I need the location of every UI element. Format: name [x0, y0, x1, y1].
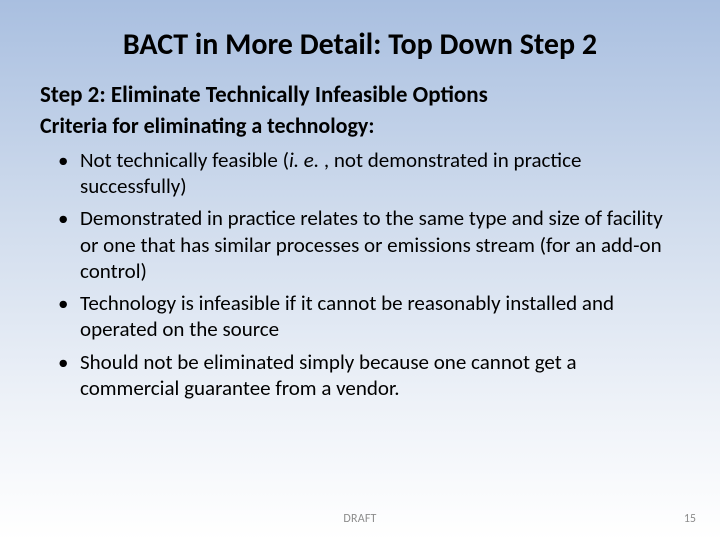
slide-title: BACT in More Detail: Top Down Step 2	[0, 0, 720, 73]
step-subheading: Step 2: Eliminate Technically Infeasible…	[40, 81, 680, 111]
bullet-list: Not technically feasible (i. e. , not de…	[40, 147, 680, 401]
bullet-text: Technology is infeasible if it cannot be…	[80, 290, 614, 342]
list-item: Technology is infeasible if it cannot be…	[74, 290, 680, 343]
slide: BACT in More Detail: Top Down Step 2 Ste…	[0, 0, 720, 540]
bullet-text-prefix: Not technically feasible (	[80, 147, 289, 173]
bullet-text-italic: i. e.	[289, 147, 324, 173]
page-number: 15	[684, 512, 696, 526]
footer-draft-label: DRAFT	[0, 512, 720, 526]
slide-body: Step 2: Eliminate Technically Infeasible…	[0, 73, 720, 402]
list-item: Should not be eliminated simply because …	[74, 349, 680, 402]
list-item: Demonstrated in practice relates to the …	[74, 205, 680, 284]
bullet-text: Demonstrated in practice relates to the …	[80, 205, 663, 284]
bullet-text: Should not be eliminated simply because …	[80, 349, 577, 401]
criteria-label: Criteria for eliminating a technology:	[40, 112, 680, 141]
list-item: Not technically feasible (i. e. , not de…	[74, 147, 680, 200]
